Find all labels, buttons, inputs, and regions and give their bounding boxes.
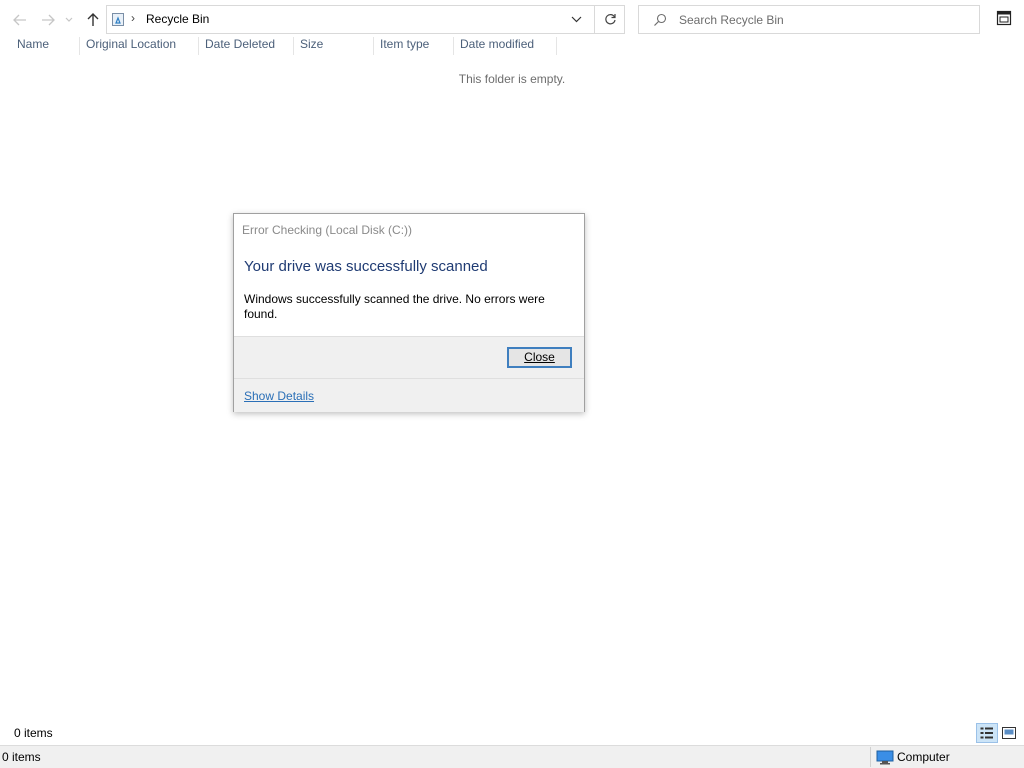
back-button[interactable] <box>9 8 31 32</box>
pane-item-count: 0 items <box>14 726 53 740</box>
large-icons-view-button[interactable] <box>1000 724 1018 742</box>
refresh-icon[interactable] <box>604 13 617 26</box>
status-divider <box>870 747 871 767</box>
address-bar[interactable]: › Recycle Bin <box>106 5 625 34</box>
breadcrumb-recycle-bin[interactable]: Recycle Bin <box>146 12 209 26</box>
dialog-button-bar: Close <box>234 336 584 379</box>
recent-locations-button[interactable] <box>62 8 76 32</box>
search-box[interactable]: Search Recycle Bin <box>638 5 980 34</box>
status-item-count: 0 items <box>2 750 41 764</box>
column-header-item-type[interactable]: Item type <box>380 37 429 55</box>
empty-folder-message: This folder is empty. <box>458 72 566 86</box>
column-header-name[interactable]: Name <box>17 37 49 55</box>
chevron-down-icon <box>65 17 73 22</box>
breadcrumb-separator-icon: › <box>131 11 135 25</box>
column-header-size[interactable]: Size <box>300 37 323 55</box>
recycle-bin-icon <box>112 13 124 26</box>
large-icons-view-icon <box>1002 727 1016 739</box>
dialog-title: Error Checking (Local Disk (C:)) <box>242 223 413 237</box>
details-view-icon <box>980 727 993 739</box>
computer-icon <box>876 750 894 765</box>
dialog-message: Windows successfully scanned the drive. … <box>244 292 545 321</box>
close-button[interactable]: Close <box>507 347 572 368</box>
address-dropdown-icon[interactable] <box>571 16 582 23</box>
address-divider <box>594 6 595 33</box>
show-details-link[interactable]: Show Details <box>244 389 314 403</box>
dialog-details-bar: Show Details <box>234 378 584 412</box>
details-view-button[interactable] <box>976 723 998 743</box>
preview-pane-icon[interactable] <box>996 10 1012 26</box>
status-bar: 0 items Computer <box>0 745 1024 768</box>
column-divider[interactable] <box>373 37 374 55</box>
arrow-left-icon <box>13 14 26 26</box>
column-divider[interactable] <box>556 37 557 55</box>
column-header-original-location[interactable]: Original Location <box>86 37 176 55</box>
column-divider[interactable] <box>293 37 294 55</box>
column-divider[interactable] <box>198 37 199 55</box>
column-header-date-modified[interactable]: Date modified <box>460 37 534 55</box>
error-checking-dialog: Error Checking (Local Disk (C:)) Your dr… <box>233 213 585 412</box>
dialog-heading: Your drive was successfully scanned <box>244 258 488 275</box>
column-divider[interactable] <box>453 37 454 55</box>
search-icon <box>654 13 667 26</box>
up-button[interactable] <box>82 8 104 32</box>
arrow-right-icon <box>42 14 55 26</box>
arrow-up-icon <box>87 13 99 26</box>
column-header-date-deleted[interactable]: Date Deleted <box>205 37 275 55</box>
status-location: Computer <box>897 750 950 764</box>
forward-button[interactable] <box>37 8 59 32</box>
search-input[interactable]: Search Recycle Bin <box>679 13 784 27</box>
column-divider[interactable] <box>79 37 80 55</box>
